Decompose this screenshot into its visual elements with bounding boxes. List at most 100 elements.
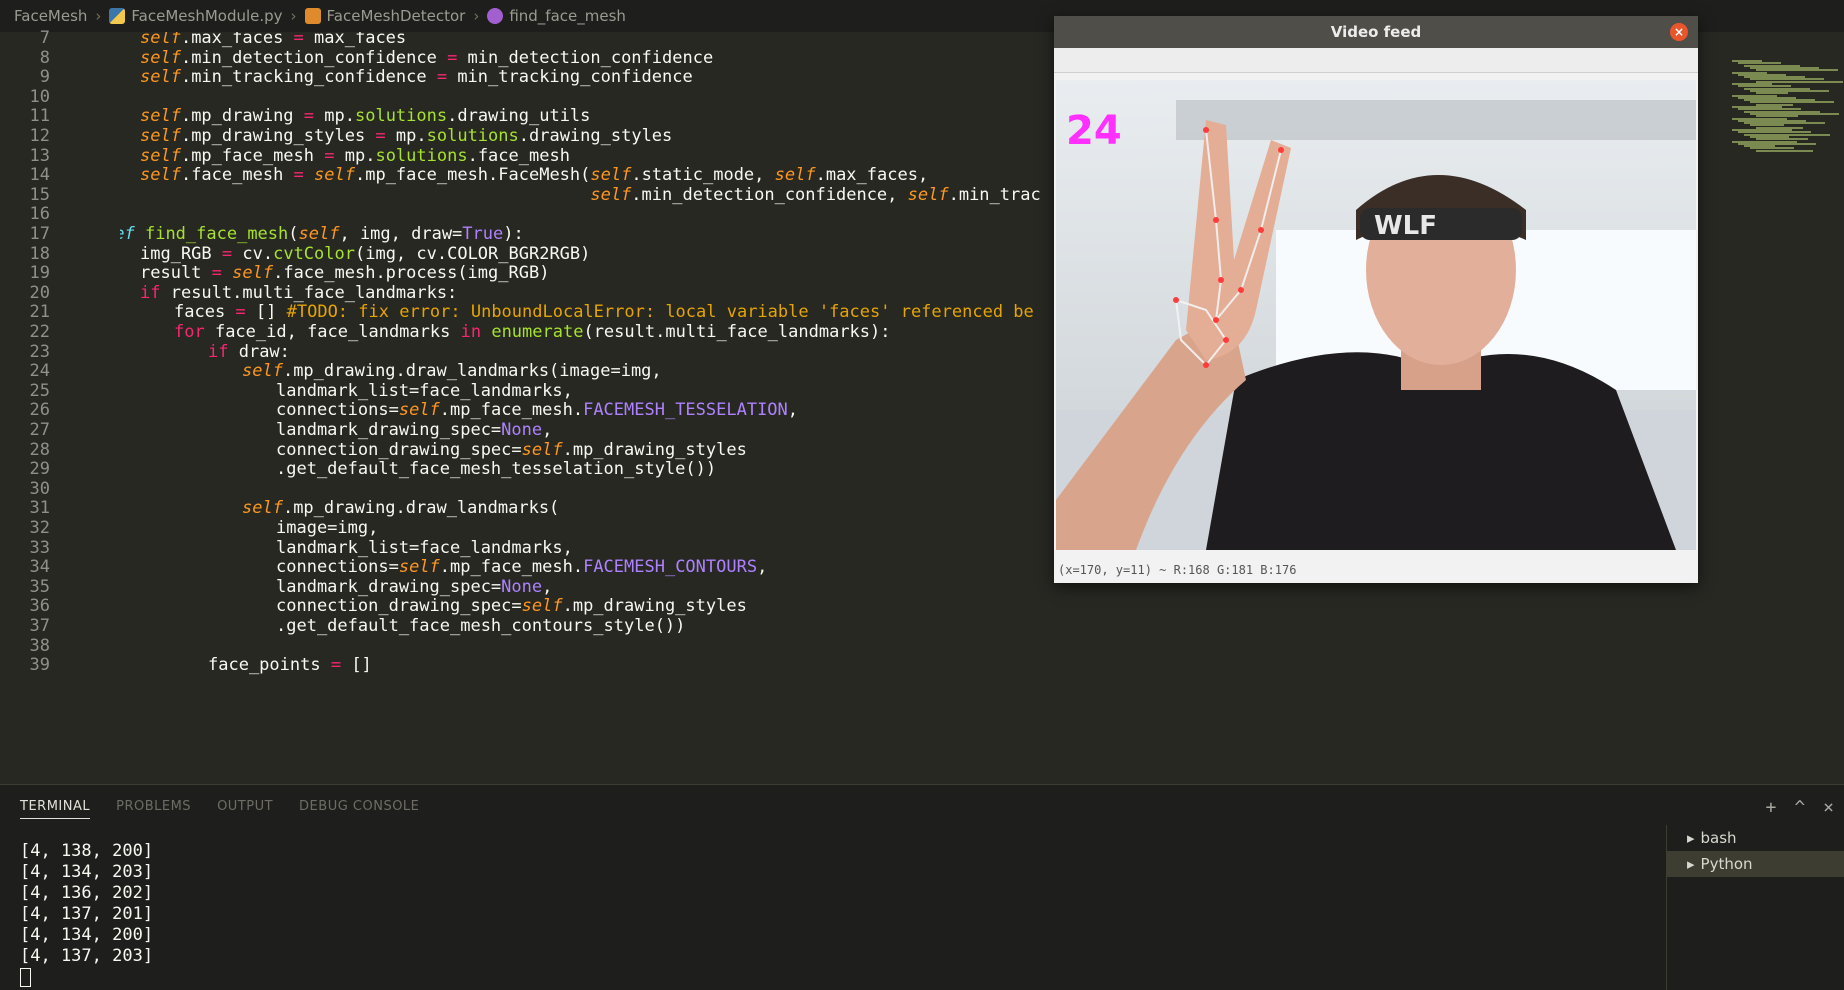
tab-problems[interactable]: PROBLEMS xyxy=(116,799,191,819)
code-line[interactable]: connections=self.mp_face_mesh.FACEMESH_T… xyxy=(276,400,798,420)
breadcrumb-item[interactable]: FaceMeshModule.py xyxy=(109,7,283,25)
breadcrumb-separator: › xyxy=(290,7,297,25)
line-number: 36 xyxy=(29,596,50,617)
terminal-instance-label: bash xyxy=(1700,829,1737,847)
code-line[interactable]: landmark_drawing_spec=None, xyxy=(276,577,552,597)
line-number: 8 xyxy=(39,47,50,68)
line-number: 7 xyxy=(39,28,50,48)
tab-terminal[interactable]: TERMINAL xyxy=(20,799,91,819)
breadcrumb-item[interactable]: find_face_mesh xyxy=(487,7,626,25)
tab-debug-console[interactable]: DEBUG CONSOLE xyxy=(299,799,419,819)
line-number: 37 xyxy=(29,616,50,636)
new-terminal-icon[interactable]: + xyxy=(1765,797,1776,818)
line-number: 32 xyxy=(29,518,50,538)
breadcrumb-separator: › xyxy=(473,7,480,25)
code-line[interactable]: .get_default_face_mesh_tesselation_style… xyxy=(276,459,716,479)
line-number: 11 xyxy=(29,106,50,127)
code-line[interactable]: landmark_list=face_landmarks, xyxy=(276,538,573,558)
class-icon xyxy=(304,8,321,24)
line-number: 21 xyxy=(29,302,50,323)
code-line[interactable]: self.mp_face_mesh = mp.solutions.face_me… xyxy=(140,146,570,166)
video-toolbar xyxy=(1054,48,1698,73)
function-icon xyxy=(487,8,504,24)
close-icon[interactable]: × xyxy=(1670,23,1688,41)
line-number: 17 xyxy=(29,224,50,244)
panel-actions: + ^ × xyxy=(1765,797,1834,818)
code-line[interactable]: face_points = [] xyxy=(208,655,372,675)
code-line[interactable]: self.mp_drawing_styles = mp.solutions.dr… xyxy=(140,126,672,146)
line-number: 10 xyxy=(29,86,50,107)
line-number: 24 xyxy=(29,361,50,382)
line-number: 29 xyxy=(29,459,50,480)
breadcrumb-separator: › xyxy=(95,7,102,25)
terminal-cursor xyxy=(20,967,31,987)
line-number: 28 xyxy=(29,439,50,460)
code-area[interactable]: self.max_faces = max_faces self.min_detec… xyxy=(120,32,1120,784)
terminal-list: ▸ bash ▸ Python xyxy=(1666,825,1844,990)
minimap[interactable] xyxy=(1724,60,1843,155)
terminal-instance[interactable]: ▸ bash xyxy=(1667,825,1844,851)
terminal-line: [4, 137, 203] xyxy=(20,946,154,966)
terminal-output[interactable]: [4, 138, 200] [4, 134, 203] [4, 136, 202][… xyxy=(20,841,153,988)
line-number: 33 xyxy=(29,537,50,558)
line-number: 18 xyxy=(29,243,50,264)
line-number: 9 xyxy=(39,67,50,88)
line-number: 31 xyxy=(29,498,50,519)
code-line[interactable]: for face_id, face_landmarks in enumerate… xyxy=(174,322,891,342)
minimap-line xyxy=(1756,69,1838,72)
code-line[interactable]: result = self.face_mesh.process(img_RGB) xyxy=(140,263,549,283)
code-line[interactable]: def find_face_mesh(self, img, draw=True)… xyxy=(120,224,524,244)
code-line[interactable]: faces = [] #TODO: fix error: UnboundLoca… xyxy=(174,302,1034,322)
video-window-titlebar[interactable]: Video feed × xyxy=(1054,16,1698,48)
code-line[interactable]: image=img, xyxy=(276,518,378,538)
line-number: 30 xyxy=(29,478,50,499)
minimap-line xyxy=(1756,149,1813,152)
code-line[interactable]: connection_drawing_spec=self.mp_drawing_… xyxy=(276,440,747,460)
breadcrumb-label: FaceMesh xyxy=(14,7,88,25)
terminal-icon: ▸ xyxy=(1687,855,1695,873)
line-number: 35 xyxy=(29,576,50,597)
code-line[interactable]: landmark_drawing_spec=None, xyxy=(276,420,552,440)
code-line[interactable]: self.min_tracking_confidence = min_track… xyxy=(140,67,693,87)
line-number: 15 xyxy=(29,184,50,205)
code-line[interactable]: if draw: xyxy=(208,342,290,362)
code-line[interactable]: self.face_mesh = self.mp_face_mesh.FaceM… xyxy=(140,165,928,185)
webcam-scene: WLF xyxy=(1056,80,1696,550)
terminal-line: [4, 134, 200] xyxy=(20,925,154,945)
close-icon[interactable]: × xyxy=(1823,797,1834,818)
video-feed-window[interactable]: Video feed × WLF 24 (x=170, y=11) ~ R:16… xyxy=(1054,16,1698,583)
code-line[interactable]: self.mp_drawing.draw_landmarks(image=img… xyxy=(242,361,662,381)
pixel-status: (x=170, y=11) ~ R:168 G:181 B:176 xyxy=(1058,563,1297,577)
chevron-up-icon[interactable]: ^ xyxy=(1794,797,1805,818)
code-line[interactable]: img_RGB = cv.cvtColor(img, cv.COLOR_BGR2… xyxy=(140,244,590,264)
breadcrumb-label: FaceMeshModule.py xyxy=(131,7,283,25)
line-number: 13 xyxy=(29,145,50,166)
code-line[interactable]: self.min_detection_confidence, self.min_… xyxy=(140,185,1040,205)
breadcrumb-label: find_face_mesh xyxy=(509,7,626,25)
code-line[interactable]: connection_drawing_spec=self.mp_drawing_… xyxy=(276,596,747,616)
terminal-line: [4, 138, 200] xyxy=(20,841,154,861)
python-file-icon xyxy=(109,8,126,24)
tab-output[interactable]: OUTPUT xyxy=(217,799,273,819)
line-number: 34 xyxy=(29,557,50,578)
line-number: 38 xyxy=(29,635,50,656)
code-line[interactable]: .get_default_face_mesh_contours_style()) xyxy=(276,616,685,636)
terminal-instance[interactable]: ▸ Python xyxy=(1667,851,1844,877)
bottom-panel: TERMINAL PROBLEMS OUTPUT DEBUG CONSOLE + ^ … xyxy=(0,784,1844,990)
line-number: 22 xyxy=(29,322,50,342)
code-line[interactable]: if result.multi_face_landmarks: xyxy=(140,283,457,303)
line-number: 20 xyxy=(29,282,50,303)
code-line[interactable]: self.mp_drawing.draw_landmarks( xyxy=(242,498,559,518)
breadcrumb-label: FaceMeshDetector xyxy=(326,7,466,25)
code-line[interactable]: self.mp_drawing = mp.solutions.drawing_u… xyxy=(140,106,590,126)
breadcrumb-item[interactable]: FaceMesh xyxy=(14,7,87,25)
code-line[interactable]: self.max_faces = max_faces xyxy=(140,32,406,48)
breadcrumb-item[interactable]: FaceMeshDetector xyxy=(304,7,466,25)
code-line[interactable]: landmark_list=face_landmarks, xyxy=(276,381,573,401)
terminal-prompt[interactable] xyxy=(20,967,153,988)
line-number: 19 xyxy=(29,263,50,284)
code-line[interactable]: connections=self.mp_face_mesh.FACEMESH_C… xyxy=(276,557,767,577)
panel-tabs: TERMINAL PROBLEMS OUTPUT DEBUG CONSOLE xyxy=(20,799,419,819)
code-line[interactable]: self.min_detection_confidence = min_dete… xyxy=(140,48,713,68)
terminal-line: [4, 136, 202] xyxy=(20,883,154,903)
